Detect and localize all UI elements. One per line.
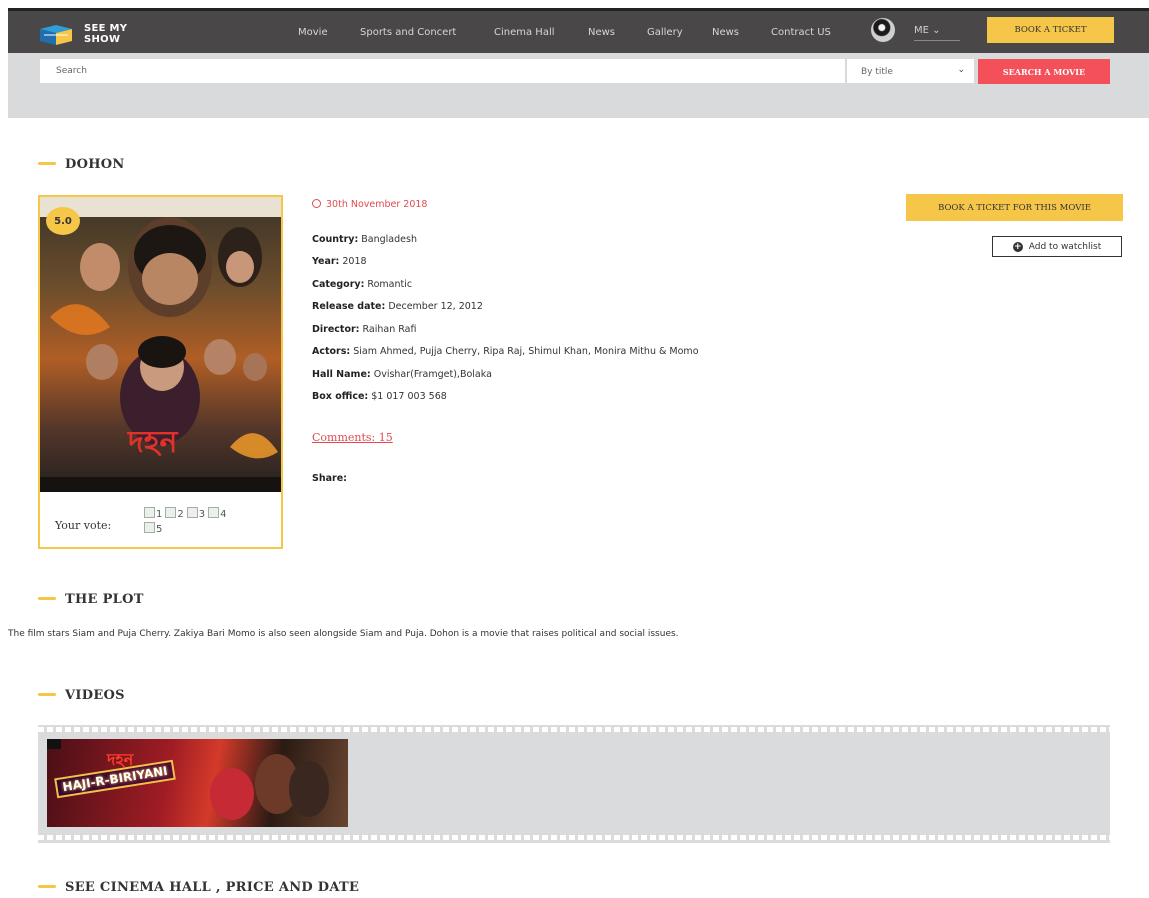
top-navbar: SEE MY SHOW Movie Sports and Concert Cin… [8,8,1149,53]
vote-label: Your vote: [55,519,112,532]
plot-heading: THE PLOT [38,592,144,607]
movie-poster[interactable]: দহন 5.0 [40,197,281,492]
broken-image-icon [144,507,155,518]
detail-director: Director: Raihan Rafi [312,324,416,335]
heading-dash-icon [38,596,56,600]
search-band: By title ⌄ SEARCH A MOVIE [8,53,1149,118]
heading-dash-icon [38,884,56,888]
user-menu-underline [914,40,960,41]
cinema-hall-heading: SEE CINEMA HALL , PRICE AND DATE [38,880,359,895]
vote-options: 1 2 3 4 5 [144,507,254,537]
detail-release-date: Release date: December 12, 2012 [312,301,483,312]
logo-text: SEE MY SHOW [84,23,127,45]
detail-label: Actors: [312,346,351,357]
heading-dash-icon [38,692,56,696]
vote-option-label: 2 [177,509,184,520]
detail-label: Box office: [312,391,369,402]
broken-image-icon [186,507,198,518]
detail-value: Romantic [367,279,413,290]
detail-label: Release date: [312,301,386,312]
logo-text-line2: SHOW [84,34,121,45]
heading-dash-icon [38,161,56,165]
site-logo[interactable]: SEE MY SHOW [38,21,148,51]
nav-item-cinema-hall[interactable]: Cinema Hall [494,27,555,38]
vote-option-2[interactable]: 2 [165,507,184,522]
broken-image-icon [144,522,155,533]
poster-art-icon: দহন [40,197,281,492]
cinema-hall-title: SEE CINEMA HALL , PRICE AND DATE [65,880,360,895]
vote-option-5[interactable]: 5 [144,522,162,537]
vote-option-label: 5 [156,524,163,535]
vote-option-label: 1 [156,509,163,520]
book-ticket-button[interactable]: BOOK A TICKET [987,17,1114,43]
detail-label: Director: [312,324,360,335]
nav-item-gallery[interactable]: Gallery [647,27,683,38]
nav-item-movie[interactable]: Movie [298,27,328,38]
detail-year: Year: 2018 [312,256,367,267]
detail-value: Bangladesh [361,234,417,245]
detail-value: December 12, 2012 [388,301,483,312]
nav-item-sports-and-concert[interactable]: Sports and Concert [360,27,456,38]
detail-value: Siam Ahmed, Pujja Cherry, Ripa Raj, Shim… [353,346,699,357]
comments-link[interactable]: Comments: 15 [312,431,393,444]
detail-value: Ovishar(Framget),Bolaka [373,369,492,380]
videos-strip: দহন HAJI-R-BIRIYANI [38,725,1110,843]
plot-text: The film stars Siam and Puja Cherry. Zak… [8,629,679,639]
search-filter-select[interactable]: By title ⌄ [847,59,974,83]
add-to-watchlist-button[interactable]: + Add to watchlist [992,236,1122,257]
search-input[interactable] [40,59,845,83]
videos-title: VIDEOS [65,688,125,703]
watchlist-label: Add to watchlist [1028,241,1102,252]
release-date-line: 30th November 2018 [312,199,427,210]
detail-label: Category: [312,279,365,290]
top-strip [8,8,1149,11]
detail-hall-name: Hall Name: Ovishar(Framget),Bolaka [312,369,492,380]
vote-option-4[interactable]: 4 [208,507,227,522]
book-ticket-for-movie-button[interactable]: BOOK A TICKET FOR THIS MOVIE [906,194,1123,221]
vote-option-1[interactable]: 1 [144,507,162,522]
detail-category: Category: Romantic [312,279,412,290]
broken-image-icon [208,507,220,518]
rating-badge: 5.0 [46,207,80,235]
vote-option-label: 4 [220,509,227,520]
vote-option-label: 3 [198,509,206,520]
nav-item-contract-us[interactable]: Contract US [771,27,831,38]
user-menu[interactable]: ME ⌄ [914,25,941,36]
detail-label: Hall Name: [312,369,371,380]
chevron-down-icon: ⌄ [932,25,941,36]
broken-image-icon [165,507,177,518]
plus-icon: + [1012,241,1023,252]
detail-value: $1 017 003 568 [371,391,447,402]
detail-box-office: Box office: $1 017 003 568 [312,391,447,402]
detail-label: Country: [312,234,359,245]
film-perforation-bottom [38,835,1110,840]
video-thumbnail[interactable]: দহন HAJI-R-BIRIYANI [47,739,348,827]
search-movie-button[interactable]: SEARCH A MOVIE [978,59,1110,84]
user-menu-label: ME [914,25,929,36]
avatar[interactable] [871,18,895,42]
detail-label: Year: [312,256,340,267]
detail-value: Raihan Rafi [362,324,417,335]
movie-title: DOHON [65,157,125,172]
detail-actors: Actors: Siam Ahmed, Pujja Cherry, Ripa R… [312,346,699,357]
nav-item-news-2[interactable]: News [712,27,739,38]
search-filter-value: By title [861,67,893,77]
detail-value: 2018 [342,256,367,267]
release-date: 30th November 2018 [326,199,428,210]
chevron-down-icon: ⌄ [957,65,965,75]
film-perforation-top [38,727,1110,732]
poster-card: দহন 5.0 Your vote: 1 2 3 4 5 [38,195,283,549]
vote-option-3[interactable]: 3 [186,507,206,522]
detail-country: Country: Bangladesh [312,234,417,245]
nav-item-news[interactable]: News [588,27,615,38]
logo-icon [40,25,72,45]
svg-text:দহন: দহন [127,425,179,460]
share-label: Share: [312,473,347,484]
plot-title: THE PLOT [65,592,144,607]
movie-title-heading: DOHON [38,157,125,172]
logo-text-line1: SEE MY [84,23,128,34]
videos-heading: VIDEOS [38,688,125,703]
clock-icon [312,199,321,208]
